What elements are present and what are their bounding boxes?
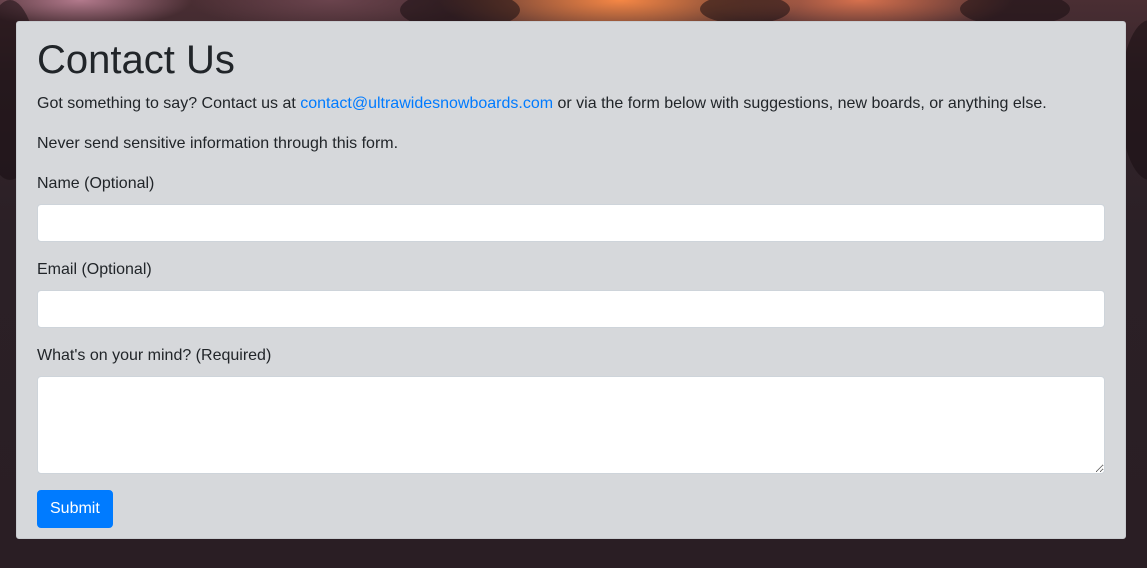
message-label: What's on your mind? (Required)	[37, 347, 272, 364]
contact-card: Contact Us Got something to say? Contact…	[16, 21, 1126, 539]
name-field-group: Name (Optional)	[37, 172, 1105, 242]
intro-text-before: Got something to say? Contact us at	[37, 95, 301, 112]
page-title: Contact Us	[37, 38, 235, 82]
intro-text: Got something to say? Contact us at cont…	[37, 92, 1105, 116]
submit-button[interactable]: Submit	[37, 490, 113, 528]
intro-text-after: or via the form below with suggestions, …	[553, 95, 1047, 112]
sensitive-info-warning: Never send sensitive information through…	[37, 135, 399, 152]
name-input[interactable]	[37, 204, 1105, 242]
contact-email-link[interactable]: contact@ultrawidesnowboards.com	[300, 95, 553, 112]
contact-form: Name (Optional) Email (Optional) What's …	[37, 172, 1105, 528]
email-input[interactable]	[37, 290, 1105, 328]
email-field-group: Email (Optional)	[37, 258, 1105, 328]
message-textarea[interactable]	[37, 376, 1105, 474]
email-label: Email (Optional)	[37, 261, 152, 278]
message-field-group: What's on your mind? (Required)	[37, 344, 1105, 474]
name-label: Name (Optional)	[37, 175, 155, 192]
